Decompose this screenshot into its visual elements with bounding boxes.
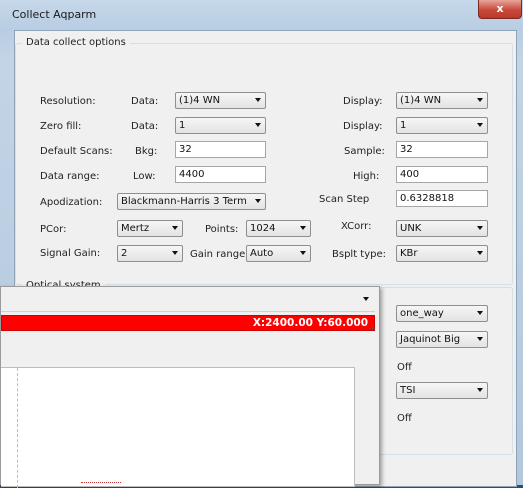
- group-legend: Data collect options: [22, 37, 130, 48]
- low-label: Low:: [133, 171, 156, 182]
- signal-gain-value: 2: [121, 248, 128, 259]
- chevron-down-icon: [255, 98, 261, 102]
- chevron-down-icon: [477, 98, 483, 102]
- detector-value: TSI: [400, 385, 416, 396]
- spectrum-selector[interactable]: [1, 291, 375, 312]
- optical-mode-select[interactable]: one_way: [396, 305, 488, 322]
- coordinate-bar: X:2400.00 Y:60.000: [1, 315, 375, 331]
- chevron-down-icon: [255, 123, 261, 127]
- chevron-down-icon: [477, 123, 483, 127]
- apodization-label: Apodization:: [40, 197, 103, 208]
- scan-step-input[interactable]: 0.6328818: [396, 190, 488, 207]
- spectrum-window: X:2400.00 Y:60.000 .::: [0, 286, 380, 488]
- apodization-value: Blackmann-Harris 3 Term: [121, 196, 247, 207]
- points-label: Points:: [205, 224, 239, 235]
- sample-scans-input[interactable]: 32: [396, 141, 488, 158]
- chevron-down-icon: [300, 226, 306, 230]
- spectrum-plot-area[interactable]: [1, 367, 355, 488]
- chevron-down-icon: [172, 251, 178, 255]
- zero-fill-label: Zero fill:: [40, 121, 82, 132]
- resolution-display-value: (1)4 WN: [400, 95, 442, 106]
- chevron-down-icon: [477, 388, 483, 392]
- xcorr-value: UNK: [400, 223, 422, 234]
- optical-status-2: Off: [397, 413, 412, 424]
- apodization-select[interactable]: Blackmann-Harris 3 Term: [117, 193, 266, 210]
- points-value: 1024: [250, 223, 276, 234]
- high-input[interactable]: 400: [396, 166, 488, 183]
- data-range-label: Data range:: [40, 171, 100, 182]
- points-select[interactable]: 1024: [246, 220, 311, 237]
- signal-gain-label: Signal Gain:: [40, 248, 101, 259]
- aperture-value: Jaquinot Big: [400, 334, 461, 345]
- chevron-down-icon: [300, 251, 306, 255]
- close-button[interactable]: x: [478, 0, 522, 19]
- optical-mode-value: one_way: [400, 308, 444, 319]
- detector-select[interactable]: TSI: [396, 382, 488, 399]
- chevron-down-icon: [477, 251, 483, 255]
- title-bar[interactable]: Collect Aqparm x: [0, 0, 523, 30]
- scan-step-label: Scan Step: [319, 194, 370, 205]
- resize-grip-icon[interactable]: .::: [369, 323, 376, 331]
- resolution-data-select[interactable]: (1)4 WN: [175, 92, 266, 109]
- xcorr-label: XCorr:: [341, 221, 372, 232]
- low-input[interactable]: 4400: [175, 166, 266, 183]
- coordinate-readout: X:2400.00 Y:60.000: [252, 317, 368, 329]
- bkg-scans-input[interactable]: 32: [175, 141, 266, 158]
- resolution-label: Resolution:: [40, 96, 96, 107]
- resolution-data-value: (1)4 WN: [179, 95, 221, 106]
- cursor-line: [17, 368, 18, 488]
- sample-label: Sample:: [344, 146, 385, 157]
- signal-gain-select[interactable]: 2: [117, 245, 183, 262]
- optical-status-1: Off: [397, 362, 412, 373]
- high-label: High:: [353, 171, 380, 182]
- resolution-data-label: Data:: [131, 96, 159, 107]
- bkg-label: Bkg:: [135, 146, 158, 157]
- pcor-value: Mertz: [121, 223, 150, 234]
- bsplt-type-select[interactable]: KBr: [396, 245, 488, 262]
- pcor-select[interactable]: Mertz: [117, 220, 183, 237]
- resolution-display-label: Display:: [343, 96, 383, 107]
- close-icon: x: [496, 2, 504, 15]
- chevron-down-icon: [172, 226, 178, 230]
- gain-range-select[interactable]: Auto: [246, 245, 311, 262]
- chevron-down-icon: [477, 311, 483, 315]
- zero-fill-display-label: Display:: [343, 121, 383, 132]
- pcor-label: PCor:: [40, 224, 67, 235]
- bsplt-type-label: Bsplt type:: [332, 249, 387, 260]
- chevron-down-icon[interactable]: [363, 297, 369, 301]
- default-scans-label: Default Scans:: [40, 146, 113, 157]
- zero-fill-data-label: Data:: [131, 121, 159, 132]
- xcorr-select[interactable]: UNK: [396, 220, 488, 237]
- zero-fill-data-value: 1: [179, 120, 186, 131]
- gain-range-label: Gain range:: [190, 249, 249, 260]
- chevron-down-icon: [477, 337, 483, 341]
- bsplt-type-value: KBr: [400, 248, 418, 259]
- resolution-display-select[interactable]: (1)4 WN: [396, 92, 488, 109]
- zero-fill-data-select[interactable]: 1: [175, 117, 266, 134]
- chevron-down-icon: [477, 226, 483, 230]
- chevron-down-icon: [255, 199, 261, 203]
- zero-fill-display-value: 1: [400, 120, 407, 131]
- zero-fill-display-select[interactable]: 1: [396, 117, 488, 134]
- aperture-select[interactable]: Jaquinot Big: [396, 331, 488, 348]
- window-title: Collect Aqparm: [12, 8, 97, 21]
- gain-range-value: Auto: [250, 248, 274, 259]
